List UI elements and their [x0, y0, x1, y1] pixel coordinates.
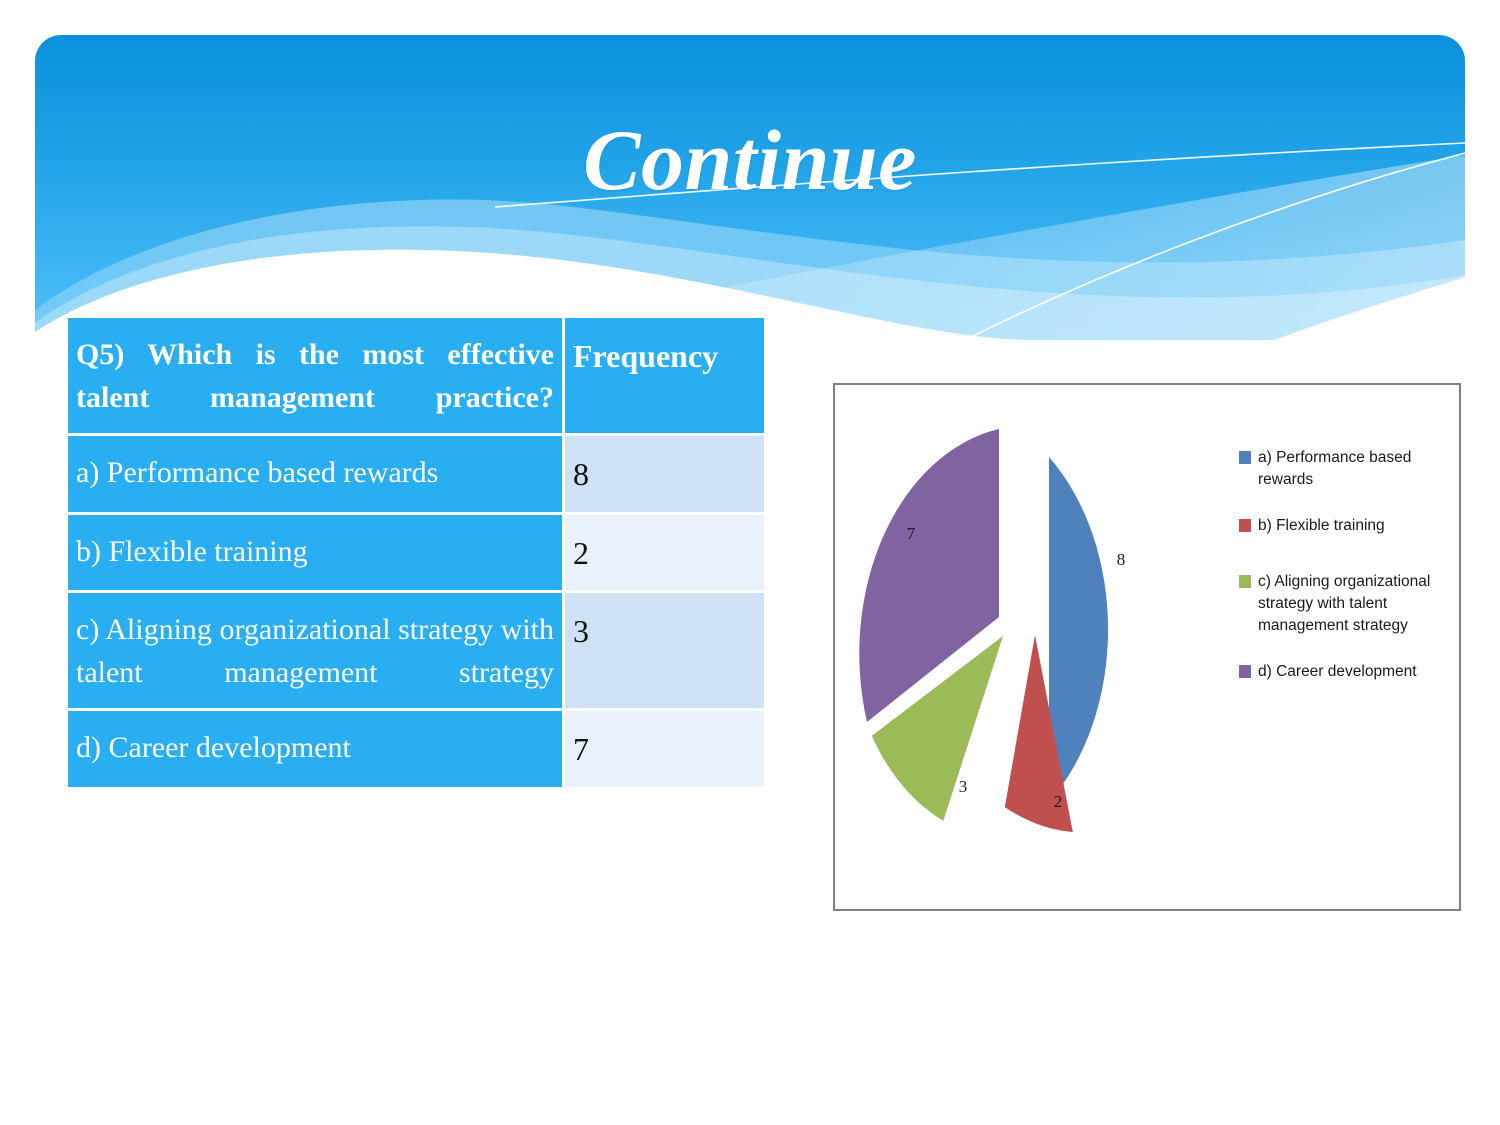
legend-label-c: c) Aligning organizational strategy with… — [1258, 573, 1431, 634]
legend-item-b[interactable]: b) Flexible training — [1239, 515, 1455, 537]
pie-label-c: 3 — [959, 777, 968, 796]
table-row: b) Flexible training 2 — [68, 514, 764, 594]
legend-swatch-b-icon — [1239, 519, 1251, 532]
table-row: a) Performance based rewards 8 — [68, 436, 764, 515]
legend-swatch-c-icon — [1239, 575, 1251, 588]
legend-swatch-a-icon — [1239, 451, 1251, 464]
table-header-question: Q5) Which is the most effective talent m… — [68, 318, 565, 437]
table-header-row: Q5) Which is the most effective talent m… — [68, 318, 764, 437]
table-cell-frequency-a: 8 — [565, 436, 764, 515]
pie-chart-panel: 8 2 3 7 a) Performance based rewards b) … — [833, 383, 1461, 911]
pie-label-d: 7 — [907, 524, 916, 543]
table-row: c) Aligning organizational strategy with… — [68, 593, 764, 712]
legend-item-a[interactable]: a) Performance based rewards — [1239, 447, 1455, 491]
legend-label-b: b) Flexible training — [1258, 517, 1385, 534]
pie-slice-a[interactable] — [1049, 457, 1109, 802]
legend-swatch-d-icon — [1239, 665, 1251, 678]
pie-chart: 8 2 3 7 — [853, 417, 1213, 867]
table-cell-option-b: b) Flexible training — [68, 514, 565, 594]
legend-label-d: d) Career development — [1258, 663, 1417, 680]
table-cell-option-a: a) Performance based rewards — [68, 436, 565, 515]
pie-label-a: 8 — [1117, 550, 1126, 569]
table-cell-frequency-d: 7 — [565, 711, 764, 790]
table-row: d) Career development 7 — [68, 711, 764, 790]
table-header-frequency: Frequency — [565, 318, 764, 437]
legend-item-d[interactable]: d) Career development — [1239, 661, 1455, 683]
table-cell-option-c: c) Aligning organizational strategy with… — [68, 593, 565, 712]
table-cell-option-d: d) Career development — [68, 711, 565, 790]
pie-chart-svg: 8 2 3 7 — [859, 429, 1126, 833]
frequency-table: Q5) Which is the most effective talent m… — [68, 318, 764, 790]
chart-legend: a) Performance based rewards b) Flexible… — [1239, 447, 1455, 683]
table-cell-frequency-c: 3 — [565, 593, 764, 712]
page-title: Continue — [583, 112, 917, 208]
slide: Continue Q5) Which is the most effective… — [0, 0, 1500, 1125]
legend-label-a: a) Performance based rewards — [1258, 449, 1412, 488]
pie-label-b: 2 — [1054, 792, 1063, 811]
legend-item-c[interactable]: c) Aligning organizational strategy with… — [1239, 571, 1455, 637]
table-cell-frequency-b: 2 — [565, 514, 764, 594]
